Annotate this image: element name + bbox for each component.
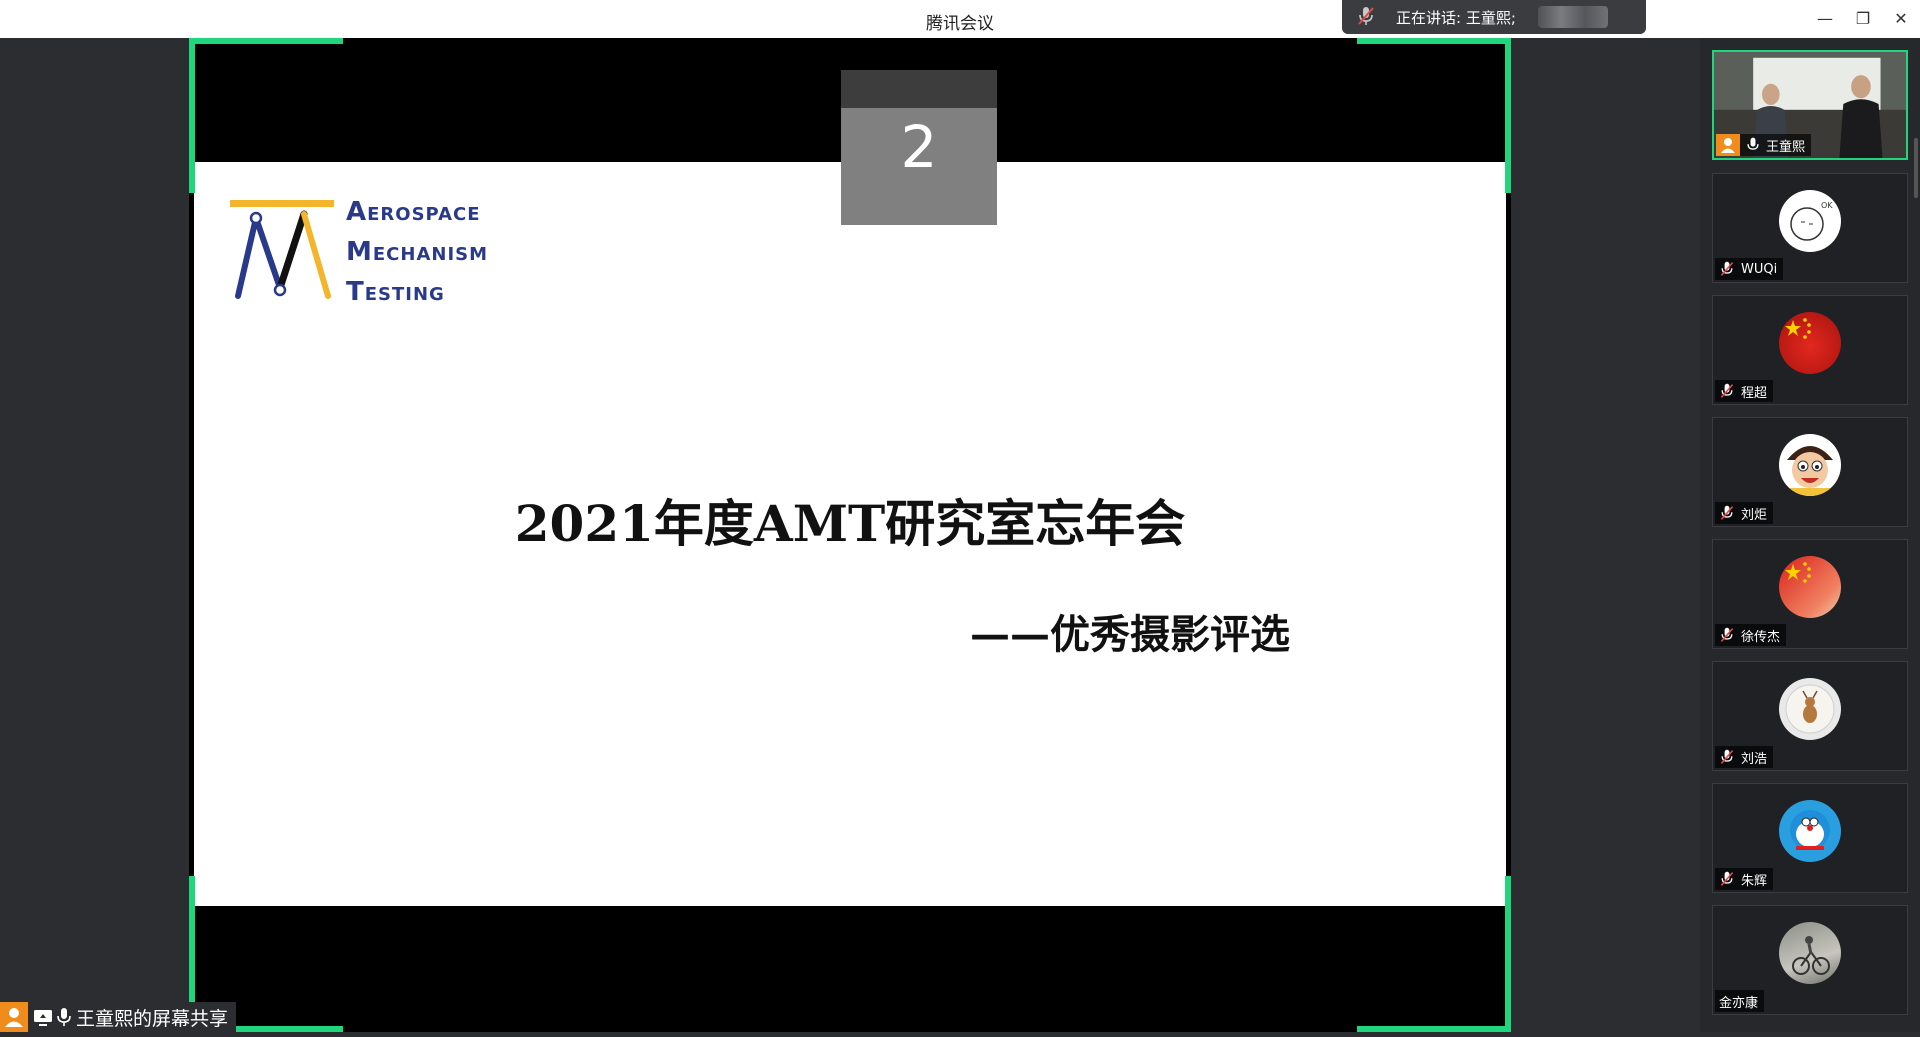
participant-tile[interactable]: 徐传杰 — [1712, 539, 1908, 649]
china-flag-icon — [1785, 318, 1811, 339]
participant-tile[interactable]: 刘炬 — [1712, 417, 1908, 527]
participant-name-tag: 金亦康 — [1715, 990, 1765, 1012]
participant-avatar — [1779, 678, 1841, 740]
participant-avatar — [1779, 922, 1841, 984]
page-number: 2 — [900, 113, 938, 181]
deer-icon — [1785, 684, 1835, 734]
participant-name-tag: 程超 — [1715, 380, 1774, 402]
mic-muted-icon — [1358, 7, 1374, 25]
mic-muted-icon — [1720, 749, 1734, 764]
participant-panel: 王童熙 OK WUQi 程超 刘炬 徐传杰 刘浩 朱辉 金亦康 — [1700, 38, 1920, 1032]
user-icon — [0, 1002, 28, 1032]
mic-muted-icon — [1720, 505, 1734, 520]
brand-line: Mechanism — [346, 237, 489, 267]
cyclist-photo-icon — [1792, 936, 1830, 975]
slide-subtitle: ——优秀摄影评选 — [970, 611, 1290, 658]
presentation-slide: Aerospace Mechanism Testing 2021年度AMT研究室… — [194, 162, 1506, 906]
participant-tile[interactable]: OK WUQi — [1712, 173, 1908, 283]
screen-share-frame[interactable]: Aerospace Mechanism Testing 2021年度AMT研究室… — [189, 38, 1511, 1032]
mic-icon — [57, 1008, 71, 1026]
page-indicator: 2 — [841, 70, 997, 225]
close-button[interactable]: ✕ — [1890, 8, 1912, 30]
participant-name: 刘炬 — [1741, 507, 1768, 523]
mic-icon — [1747, 137, 1759, 150]
participant-name-tag: 徐传杰 — [1715, 624, 1787, 646]
minimize-button[interactable]: — — [1814, 8, 1836, 30]
participant-avatar: OK — [1779, 190, 1841, 252]
brand-text: Aerospace Mechanism Testing — [346, 192, 488, 312]
brand-line: Testing — [346, 277, 445, 307]
title-bar: 腾讯会议 正在讲话: 王童熙; — ❐ ✕ — [0, 0, 1920, 38]
participant-tile[interactable]: 金亦康 — [1712, 905, 1908, 1015]
participant-name-tag: 王童熙 — [1716, 134, 1812, 156]
share-corner — [1505, 876, 1511, 1032]
participant-tile[interactable]: 程超 — [1712, 295, 1908, 405]
brand-line: Aerospace — [346, 197, 481, 227]
participant-tile[interactable]: 刘浩 — [1712, 661, 1908, 771]
doraemon-icon — [1790, 810, 1830, 850]
share-corner — [1505, 38, 1511, 193]
participant-avatar — [1779, 434, 1841, 496]
china-flag-icon — [1785, 562, 1811, 583]
user-icon — [1716, 134, 1740, 156]
slide-title: 2021年度AMT研究室忘年会 — [514, 494, 1186, 553]
participant-name: WUQi — [1741, 261, 1778, 277]
share-corner — [1357, 1026, 1511, 1032]
share-corner — [1357, 38, 1511, 44]
participant-name: 徐传杰 — [1741, 629, 1781, 645]
svg-text:OK: OK — [1821, 201, 1833, 210]
participant-name: 刘浩 — [1741, 751, 1768, 767]
mic-muted-icon — [1720, 871, 1734, 886]
doodle-face-icon: OK — [1790, 201, 1833, 241]
main-stage: Aerospace Mechanism Testing 2021年度AMT研究室… — [0, 38, 1700, 1032]
participant-tile[interactable]: 王童熙 — [1712, 50, 1908, 160]
screen-share-icon — [34, 1010, 52, 1026]
speaking-indicator: 正在讲话: 王童熙; — [1342, 0, 1646, 34]
panel-scrollbar[interactable] — [1914, 138, 1918, 198]
mic-muted-icon — [1720, 627, 1734, 642]
participant-name: 程超 — [1741, 385, 1768, 401]
mic-muted-icon — [1720, 261, 1734, 276]
cartoon-boy-icon — [1787, 446, 1833, 496]
participant-name-tag: WUQi — [1715, 258, 1784, 280]
participant-name: 王童熙 — [1766, 139, 1806, 155]
participant-name-tag: 刘浩 — [1715, 746, 1774, 768]
participant-name-tag: 朱辉 — [1715, 868, 1774, 890]
share-corner — [189, 38, 343, 44]
participant-name: 朱辉 — [1741, 873, 1768, 889]
share-corner — [189, 38, 195, 193]
participant-avatar — [1779, 312, 1841, 374]
participant-name-tag: 刘炬 — [1715, 502, 1774, 524]
speaking-label: 正在讲话: 王童熙; — [1396, 9, 1516, 27]
mic-muted-icon — [1720, 383, 1734, 398]
amt-logo-icon — [230, 200, 334, 299]
speaker-blurred-avatars — [1538, 6, 1608, 28]
screen-share-label: 王童熙的屏幕共享 — [0, 1002, 237, 1032]
participant-avatar — [1779, 800, 1841, 862]
restore-button[interactable]: ❐ — [1852, 8, 1874, 30]
participant-avatar — [1779, 556, 1841, 618]
participant-tile[interactable]: 朱辉 — [1712, 783, 1908, 893]
share-label-text: 王童熙的屏幕共享 — [76, 1007, 229, 1030]
participant-name: 金亦康 — [1719, 995, 1759, 1011]
